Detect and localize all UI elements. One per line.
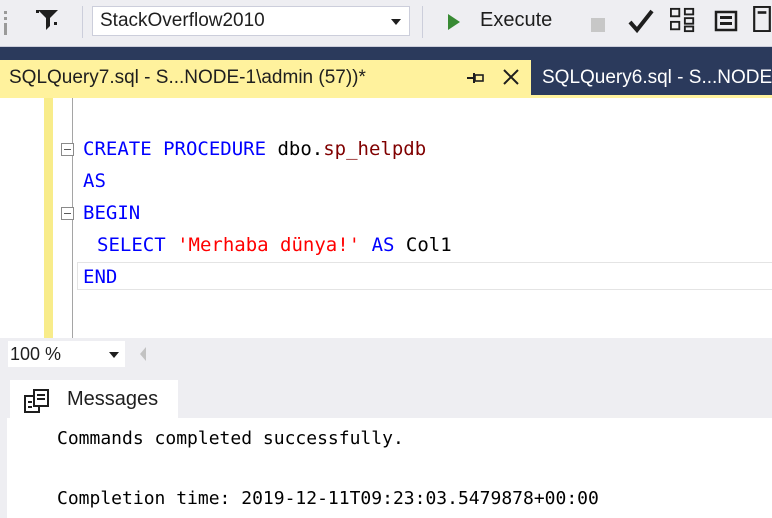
chevron-down-icon [391, 19, 401, 25]
query-options-icon[interactable] [714, 8, 740, 34]
tab-title: SQLQuery6.sql - S...NODE-1\admin [542, 67, 772, 88]
database-select[interactable]: StackOverflow2010 [92, 6, 410, 36]
code-line: CREATE PROCEDURE dbo.sp_helpdb [83, 138, 427, 160]
toolbar-separator [82, 6, 83, 38]
tab-sqlquery7[interactable]: SQLQuery7.sql - S...NODE-1\admin (57))* [0, 60, 531, 96]
line-number-margin [0, 98, 44, 338]
messages-output[interactable]: Commands completed successfully. Complet… [0, 418, 772, 518]
collapse-toggle-icon[interactable] [61, 143, 74, 156]
collapse-toggle-icon[interactable] [61, 207, 74, 220]
messages-pane: Messages Commands completed successfully… [0, 370, 772, 518]
pane-left-border [0, 418, 7, 518]
database-select-value: StackOverflow2010 [100, 10, 265, 31]
execute-button[interactable]: Execute [444, 7, 566, 37]
pin-icon[interactable] [466, 71, 484, 85]
query-editor[interactable]: CREATE PROCEDURE dbo.sp_helpdb AS BEGIN … [0, 98, 772, 338]
results-tab-bar: Messages [0, 370, 772, 418]
code-line: AS [83, 170, 106, 192]
execute-play-icon [448, 14, 460, 30]
toolbar-separator [422, 6, 423, 38]
document-tab-strip: SQLQuery7.sql - S...NODE-1\admin (57))* … [0, 47, 772, 96]
zoom-value: 100 % [10, 344, 62, 364]
tab-messages[interactable]: Messages [10, 380, 178, 418]
stop-icon[interactable] [590, 12, 606, 38]
zoom-select[interactable]: 100 % [8, 341, 125, 367]
messages-icon [24, 389, 49, 413]
current-line-highlight [77, 262, 772, 290]
tab-title: SQLQuery7.sql - S...NODE-1\admin (57))* [9, 67, 366, 88]
close-icon[interactable] [502, 68, 520, 86]
results-to-icon[interactable] [752, 6, 772, 32]
code-line: BEGIN [83, 202, 141, 224]
change-tracking-bar [44, 98, 53, 338]
execute-label: Execute [480, 9, 553, 31]
toolbar: StackOverflow2010 Execute [0, 0, 772, 47]
message-line: Completion time: 2019-12-11T09:23:03.547… [57, 488, 599, 509]
toolbar-overflow-icon[interactable] [0, 10, 14, 36]
code-line: END [83, 266, 118, 288]
tab-messages-label: Messages [67, 388, 159, 410]
tab-sqlquery6[interactable]: SQLQuery6.sql - S...NODE-1\admin [532, 60, 772, 96]
parse-check-icon[interactable] [628, 8, 654, 34]
display-plan-icon[interactable] [668, 7, 698, 33]
chevron-down-icon [109, 352, 119, 358]
scroll-left-icon[interactable] [138, 346, 148, 362]
code-line: SELECT 'Merhaba dünya!' AS Col1 [97, 234, 452, 256]
filter-icon[interactable] [34, 8, 66, 34]
message-line: Commands completed successfully. [57, 428, 404, 449]
editor-status-row: 100 % [0, 338, 772, 370]
